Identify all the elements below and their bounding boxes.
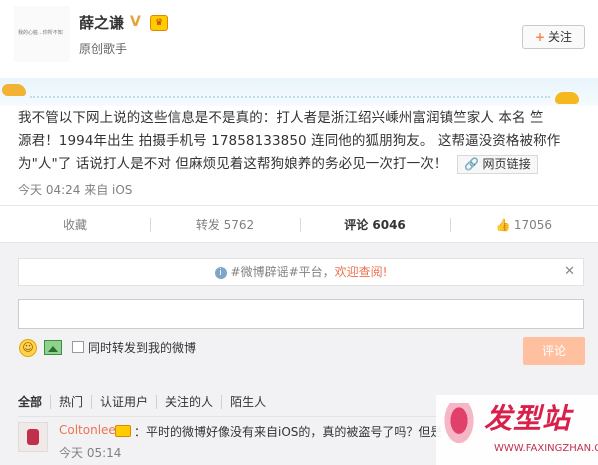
user-avatar[interactable]: 我的心脏...你所不知 [14, 6, 70, 62]
filter-verified[interactable]: 认证用户 [91, 395, 156, 409]
verified-v-icon[interactable]: V [130, 14, 146, 30]
comment-button[interactable]: 评论 6046 [300, 206, 450, 244]
info-icon: i [214, 266, 227, 279]
user-name[interactable]: 薛之谦 [79, 12, 124, 33]
web-link-label: 网页链接 [482, 156, 531, 171]
close-icon[interactable]: ✕ [564, 259, 575, 285]
forward-label[interactable]: 同时转发到我的微博 [88, 339, 196, 356]
forward-button[interactable]: 转发 5762 [150, 206, 300, 244]
comment-filters: 全部 热门 认证用户 关注的人 陌生人 [18, 395, 274, 413]
favorite-button[interactable]: 收藏 [0, 206, 150, 244]
like-button[interactable]: 👍 17056 [450, 206, 598, 244]
watermark-title: 发型站 [484, 402, 572, 435]
card-decoration [0, 78, 598, 106]
filter-hot[interactable]: 热门 [50, 395, 91, 409]
like-count: 17056 [513, 218, 553, 232]
vip-member-icon [115, 425, 131, 437]
thumbs-up-icon: 👍 [495, 218, 511, 232]
vip-member-icon[interactable]: ♛ [150, 15, 168, 31]
emoji-icon[interactable]: ☺ [19, 339, 37, 357]
comment-input[interactable] [18, 299, 584, 329]
notice-text: i #微博辟谣#平台，欢迎查阅! [19, 259, 583, 285]
commenter-name[interactable]: Coltonlee [59, 423, 116, 437]
forward-checkbox[interactable] [72, 341, 84, 353]
post-meta[interactable]: 今天 04:24 来自 iOS [18, 181, 132, 198]
watermark-url: WWW.FAXINGZHAN.COM [494, 443, 598, 454]
post-line: 为"人"了 话说打人是不对 但麻烦见着这帮狗娘养的务必见一次打一次！ 🔗 网页链接 [18, 153, 588, 176]
post-text: 我不管以下网上说的这些信息是不是真的：打人者是浙江绍兴嵊州富润镇竺家人 本名 竺… [18, 107, 588, 176]
comment-text: ：平时的微博好像没有来自iOS的，真的被盗号了吗？但是 [134, 425, 443, 439]
image-icon[interactable] [44, 340, 62, 355]
web-link[interactable]: 🔗 网页链接 [457, 154, 538, 174]
rumor-notice: i #微博辟谣#平台，欢迎查阅! ✕ [18, 258, 584, 286]
filter-all[interactable]: 全部 [18, 395, 50, 409]
decor-wave [30, 96, 550, 100]
submit-comment-button[interactable]: 评论 [523, 337, 585, 365]
flower-logo-icon [442, 403, 476, 447]
avatar-caption: 我的心脏...你所不知 [18, 30, 63, 36]
post-line: 我不管以下网上说的这些信息是不是真的：打人者是浙江绍兴嵊州富润镇竺家人 本名 竺 [18, 110, 544, 126]
post-line-text: 为"人"了 话说打人是不对 但麻烦见着这帮狗娘养的务必见一次打一次！ [18, 156, 448, 172]
site-watermark: 发型站 WWW.FAXINGZHAN.COM [436, 395, 598, 465]
commenter-avatar[interactable] [18, 422, 48, 452]
comment-time: 今天 05:14 [59, 446, 122, 460]
notice-link[interactable]: 欢迎查阅! [335, 265, 388, 279]
follow-button[interactable]: + 关注 [522, 25, 585, 49]
action-bar: 收藏 转发 5762 评论 6046 👍 17056 [0, 205, 598, 243]
user-description: 原创歌手 [79, 42, 128, 56]
notice-prefix: #微博辟谣#平台， [230, 265, 335, 279]
follow-label: 关注 [548, 30, 573, 44]
plus-icon: + [534, 30, 546, 44]
link-icon: 🔗 [464, 156, 480, 171]
filter-strangers[interactable]: 陌生人 [221, 395, 274, 409]
filter-following[interactable]: 关注的人 [156, 395, 221, 409]
decor-duck-icon [555, 92, 579, 104]
decor-bird-icon [2, 84, 26, 96]
post-line: 源君！1994年出生 拍摄手机号 17858133850 连同他的狐朋狗友。 这… [18, 133, 561, 149]
